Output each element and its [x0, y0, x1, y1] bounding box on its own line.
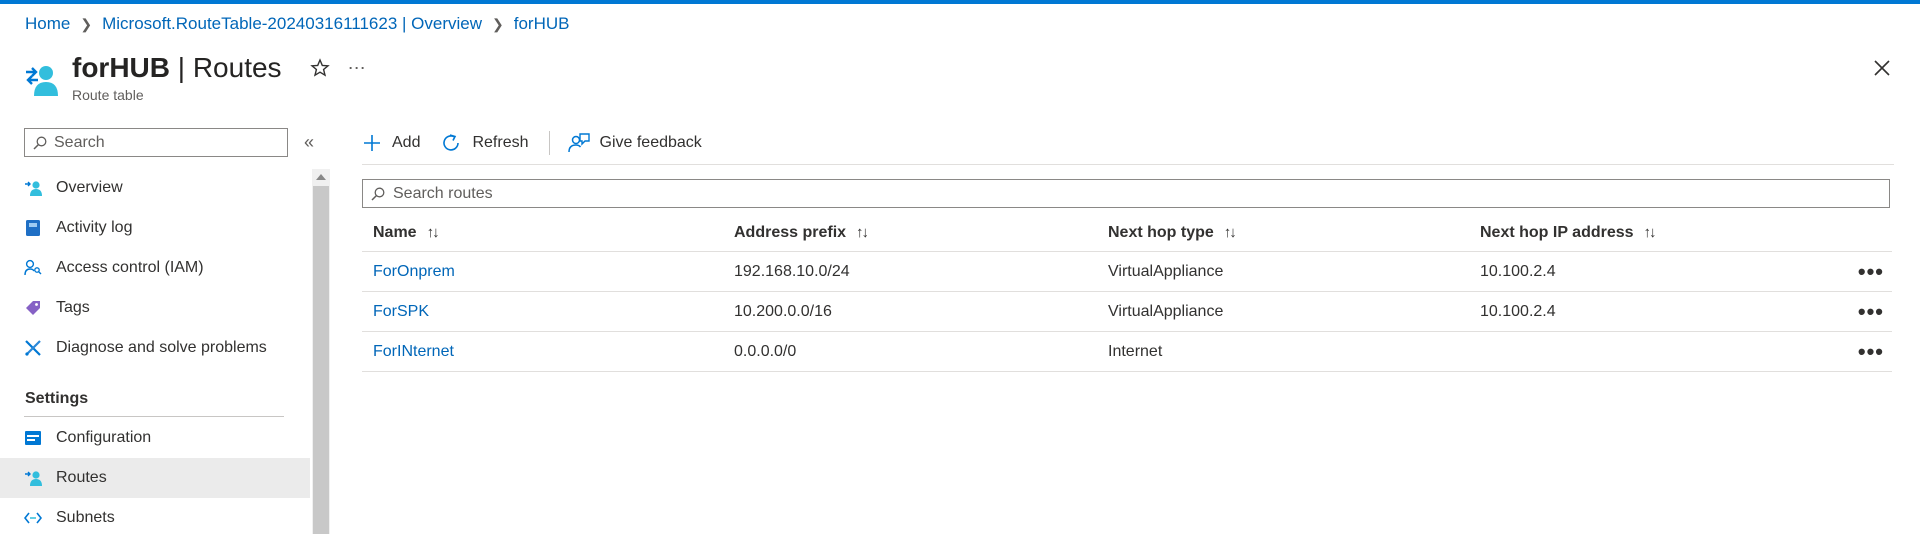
- add-button[interactable]: Add: [362, 133, 420, 153]
- feedback-icon: [567, 133, 590, 153]
- wrench-icon: [24, 339, 42, 357]
- breadcrumb-home[interactable]: Home: [25, 14, 70, 34]
- page-header: forHUB | Routes ⋯ Route table: [24, 50, 367, 103]
- activity-log-icon: [24, 219, 42, 237]
- routes-search-input[interactable]: Search routes: [362, 179, 1890, 208]
- section-divider: [24, 416, 284, 417]
- route-next-hop-ip: 10.100.2.4: [1480, 262, 1556, 280]
- sidebar-item-iam[interactable]: Access control (IAM): [0, 248, 310, 288]
- route-address-prefix: 10.200.0.0/16: [734, 302, 832, 320]
- breadcrumb: Home ❯ Microsoft.RouteTable-202403161116…: [25, 14, 569, 34]
- route-table-icon: [24, 62, 58, 100]
- search-icon: [33, 136, 47, 150]
- tag-icon: [24, 299, 42, 317]
- chevron-right-icon: ❯: [80, 15, 93, 32]
- sidebar-item-tags[interactable]: Tags: [0, 288, 310, 328]
- route-table-icon: [24, 179, 42, 197]
- star-icon[interactable]: [309, 58, 330, 78]
- iam-icon: [24, 259, 42, 277]
- routes-icon: [24, 469, 42, 487]
- breadcrumb-current[interactable]: forHUB: [514, 14, 570, 34]
- settings-section-header: Settings: [25, 390, 89, 407]
- search-icon: [371, 187, 385, 201]
- page-title: forHUB | Routes: [72, 52, 282, 83]
- scroll-up-arrow-icon[interactable]: [316, 174, 326, 180]
- sidebar-item-diagnose[interactable]: Diagnose and solve problems: [0, 328, 310, 368]
- toolbar-divider-line: [362, 164, 1894, 165]
- table-row: ForINternet 0.0.0.0/0 Internet •••: [362, 332, 1892, 372]
- sidebar-scrollbar-thumb[interactable]: [313, 186, 329, 534]
- sort-icon[interactable]: ↑↓: [856, 224, 869, 241]
- column-header-name[interactable]: Name ↑↓: [362, 224, 734, 242]
- sidebar-item-subnets[interactable]: Subnets: [0, 498, 310, 538]
- route-address-prefix: 192.168.10.0/24: [734, 262, 850, 280]
- route-address-prefix: 0.0.0.0/0: [734, 342, 797, 360]
- table-header: Name ↑↓ Address prefix ↑↓ Next hop type ↑↓ …: [362, 214, 1892, 252]
- subnets-icon: [24, 509, 42, 527]
- routes-table: Name ↑↓ Address prefix ↑↓ Next hop type ↑↓ …: [362, 214, 1892, 372]
- row-more-options-icon[interactable]: •••: [1858, 300, 1884, 322]
- give-feedback-button[interactable]: Give feedback: [567, 132, 702, 154]
- route-next-hop-type: VirtualAppliance: [1108, 302, 1224, 320]
- table-row: ForOnprem 192.168.10.0/24 VirtualApplian…: [362, 252, 1892, 292]
- route-name-link[interactable]: ForSPK: [373, 303, 429, 320]
- route-name-link[interactable]: ForINternet: [373, 343, 454, 360]
- row-more-options-icon[interactable]: •••: [1858, 260, 1884, 282]
- table-row: ForSPK 10.200.0.0/16 VirtualAppliance 10…: [362, 292, 1892, 332]
- breadcrumb-resource[interactable]: Microsoft.RouteTable-20240316111623 | Ov…: [102, 14, 482, 34]
- column-header-address-prefix[interactable]: Address prefix ↑↓: [734, 224, 1108, 242]
- configuration-icon: [24, 429, 42, 447]
- close-icon[interactable]: [1872, 58, 1892, 78]
- sidebar-item-activity-log[interactable]: Activity log: [0, 208, 310, 248]
- route-name-link[interactable]: ForOnprem: [373, 263, 455, 280]
- column-header-next-hop-ip[interactable]: Next hop IP address ↑↓: [1480, 224, 1842, 242]
- page-subtitle: Route table: [72, 87, 144, 103]
- chevron-right-icon: ❯: [492, 15, 504, 32]
- sidebar: Search « Overview Activity log Access co…: [0, 126, 330, 534]
- more-options-icon[interactable]: ⋯: [348, 58, 367, 79]
- sidebar-item-routes[interactable]: Routes: [0, 458, 310, 498]
- route-next-hop-type: VirtualAppliance: [1108, 262, 1224, 280]
- plus-icon: [364, 135, 380, 151]
- row-more-options-icon[interactable]: •••: [1858, 340, 1884, 362]
- sidebar-search-input[interactable]: Search: [24, 128, 288, 157]
- command-bar: Add Refresh Give feedback: [362, 128, 722, 158]
- refresh-button[interactable]: Refresh: [440, 132, 529, 154]
- column-header-next-hop-type[interactable]: Next hop type ↑↓: [1108, 224, 1480, 242]
- refresh-icon: [443, 134, 460, 151]
- sort-icon[interactable]: ↑↓: [1644, 224, 1657, 241]
- route-next-hop-type: Internet: [1108, 342, 1163, 360]
- sort-icon[interactable]: ↑↓: [1224, 224, 1237, 241]
- toolbar-divider: [548, 131, 550, 155]
- sidebar-item-overview[interactable]: Overview: [0, 168, 310, 208]
- sidebar-item-configuration[interactable]: Configuration: [0, 418, 310, 458]
- collapse-sidebar-icon[interactable]: «: [304, 132, 314, 153]
- sort-icon[interactable]: ↑↓: [427, 224, 440, 241]
- top-accent-bar: [0, 0, 1920, 4]
- route-next-hop-ip: 10.100.2.4: [1480, 302, 1556, 320]
